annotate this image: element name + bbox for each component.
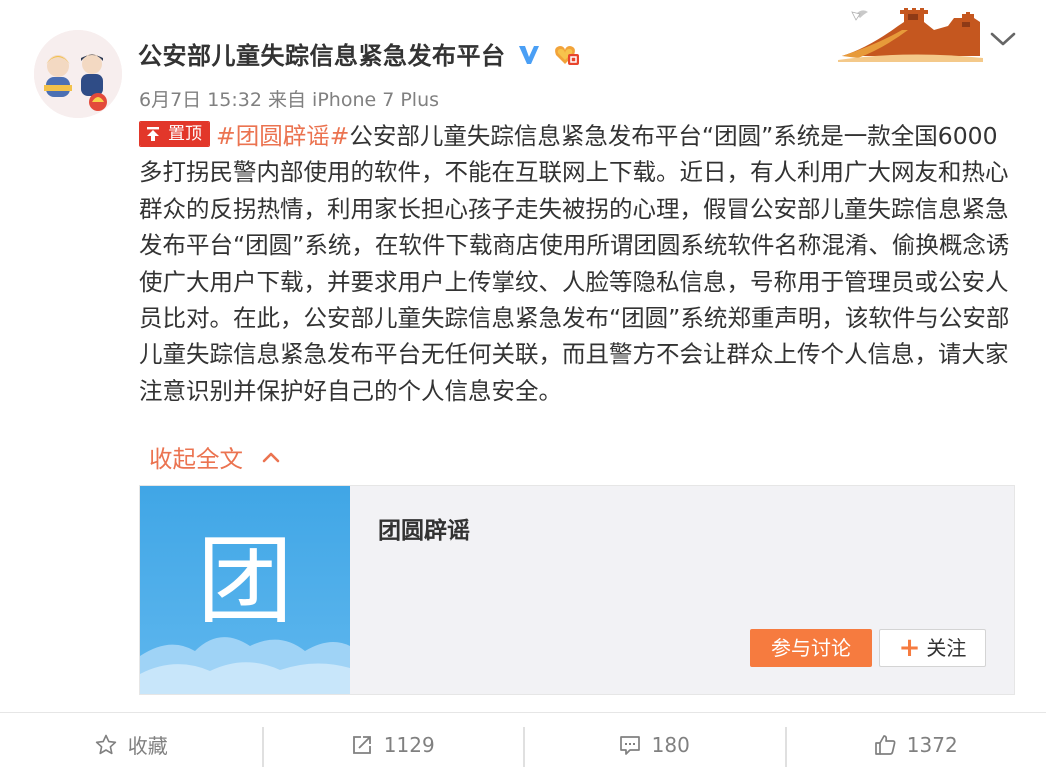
post-body: 公安部儿童失踪信息紧急发布平台“团圆”系统是一款全国6000多打拐民警内部使用的… bbox=[139, 122, 1010, 405]
repost-icon bbox=[352, 735, 371, 754]
follow-label: 关注 bbox=[926, 636, 967, 660]
post-text: 置顶 #团圆辟谣#公安部儿童失踪信息紧急发布平台“团圆”系统是一款全国6000多… bbox=[139, 118, 1019, 409]
avatar-illustration bbox=[34, 30, 122, 118]
plus-icon: + bbox=[898, 633, 921, 663]
topic-card-title[interactable]: 团圆辟谣 bbox=[378, 511, 470, 545]
repost-button[interactable]: 1129 bbox=[261, 713, 524, 776]
comment-icon bbox=[619, 735, 640, 755]
comment-count: 180 bbox=[651, 732, 690, 757]
post-time-source: 6月7日 15:32 来自 iPhone 7 Plus bbox=[139, 89, 440, 111]
action-toolbar: 收藏 1129 180 1372 bbox=[0, 712, 1046, 776]
chevron-down-icon[interactable] bbox=[988, 28, 1018, 50]
join-discussion-button[interactable]: 参与讨论 bbox=[750, 629, 872, 667]
chevron-up-icon bbox=[262, 452, 280, 463]
avatar[interactable] bbox=[34, 30, 122, 118]
follow-topic-button[interactable]: + 关注 bbox=[879, 629, 986, 667]
author-row: 公安部儿童失踪信息紧急发布平台 bbox=[138, 36, 580, 71]
favorite-label: 收藏 bbox=[127, 734, 168, 758]
comment-button[interactable]: 180 bbox=[523, 713, 785, 776]
topic-card[interactable]: 团 团圆辟谣 参与讨论 + 关注 bbox=[139, 485, 1015, 695]
verified-v-icon[interactable] bbox=[516, 41, 542, 67]
topic-link[interactable]: #团圆辟谣# bbox=[216, 122, 349, 150]
repost-count: 1129 bbox=[383, 732, 435, 757]
thumbs-up-icon bbox=[874, 734, 896, 755]
like-count: 1372 bbox=[906, 732, 958, 757]
collapse-full-text-link[interactable]: 收起全文 bbox=[149, 440, 281, 474]
star-icon bbox=[95, 734, 116, 754]
vip-member-icon[interactable] bbox=[550, 41, 580, 67]
great-wall-banner-icon bbox=[838, 0, 983, 62]
pin-top-icon bbox=[140, 122, 166, 146]
like-button[interactable]: 1372 bbox=[784, 713, 1046, 776]
pinned-label: 置顶 bbox=[166, 122, 209, 146]
thumbnail-char: 团 bbox=[197, 525, 293, 637]
favorite-button[interactable]: 收藏 bbox=[0, 713, 262, 776]
pinned-badge: 置顶 bbox=[139, 121, 210, 147]
collapse-label: 收起全文 bbox=[149, 445, 243, 473]
topic-thumbnail: 团 bbox=[140, 486, 350, 694]
author-screen-name[interactable]: 公安部儿童失踪信息紧急发布平台 bbox=[138, 36, 506, 71]
